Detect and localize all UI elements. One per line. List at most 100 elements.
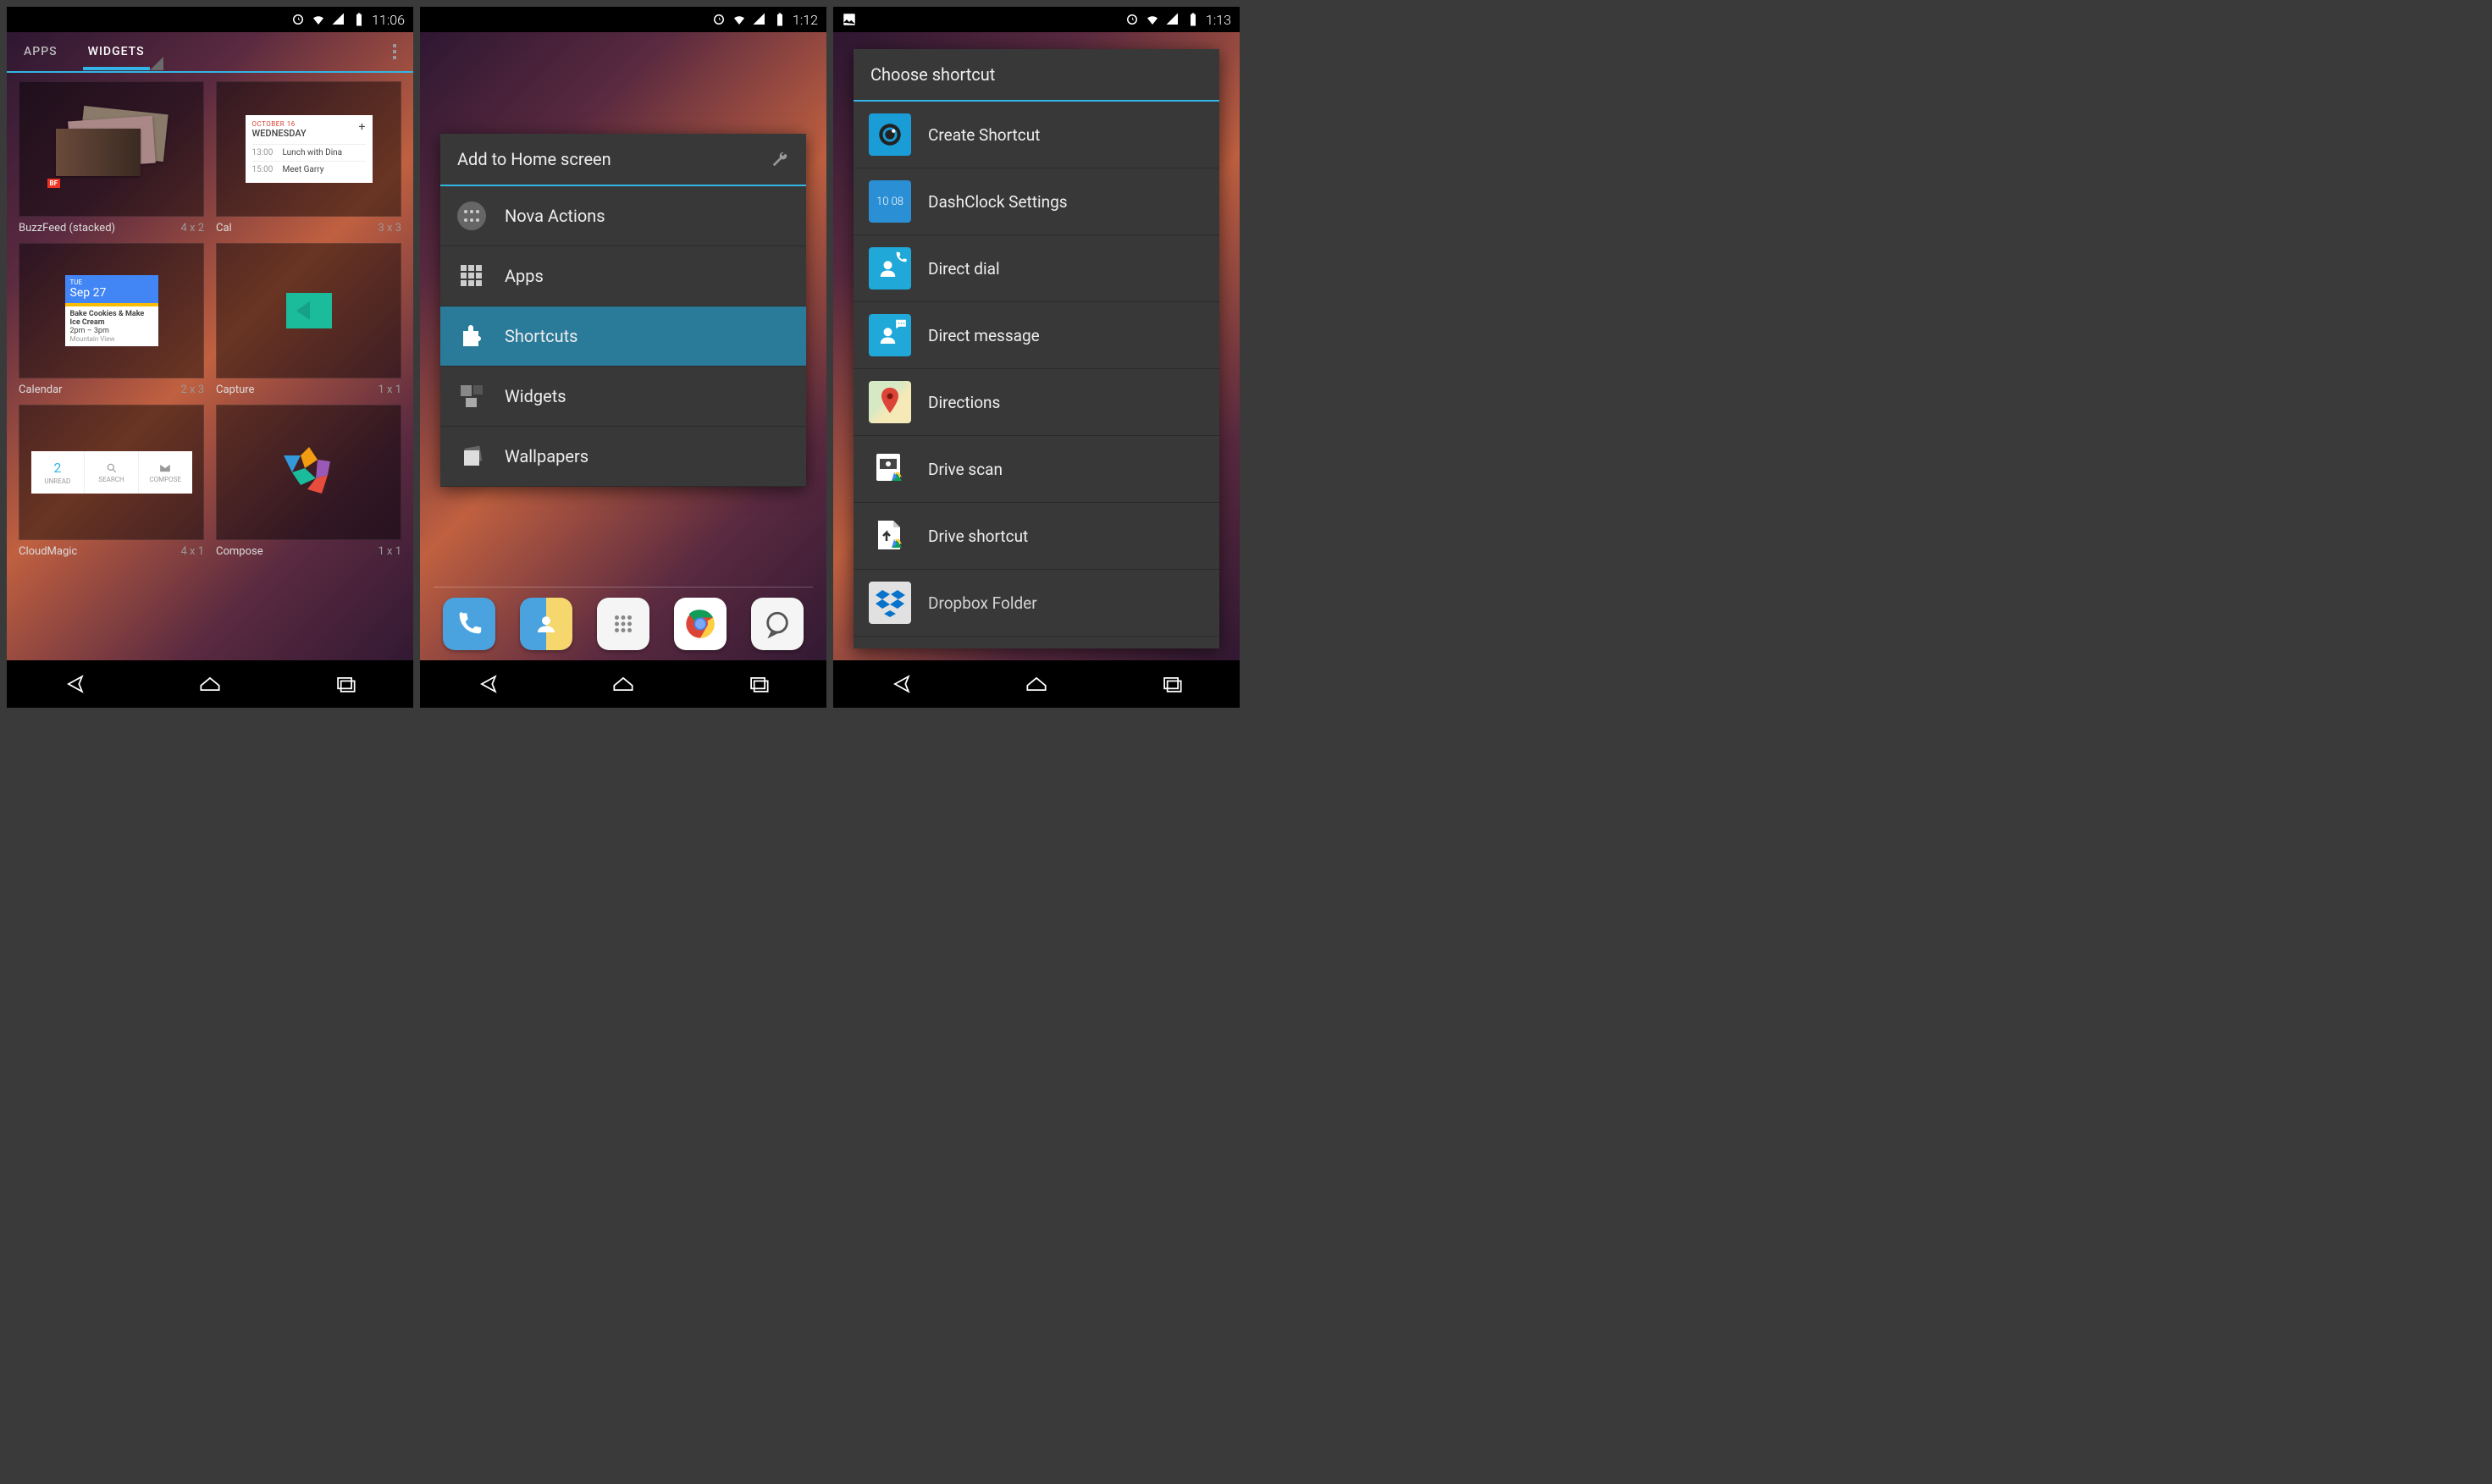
wrench-icon[interactable] [771, 150, 789, 168]
stack-icon [459, 444, 484, 469]
tab-underline [7, 71, 413, 73]
row-wallpapers[interactable]: Wallpapers [440, 427, 806, 487]
back-button[interactable] [887, 670, 914, 698]
tab-bar: APPS WIDGETS [7, 32, 413, 71]
dock [420, 588, 826, 660]
maps-icon [869, 381, 911, 423]
recents-button[interactable] [1158, 670, 1185, 698]
nav-bar [833, 660, 1240, 708]
row-shortcuts[interactable]: Shortcuts [440, 306, 806, 367]
battery-icon [351, 12, 367, 27]
widget-buzzfeed[interactable]: BF BuzzFeed (stacked)4 x 2 [19, 81, 204, 234]
grid-icon [459, 263, 484, 289]
tab-indicator-corner [150, 57, 163, 70]
phone-screen-2: 1:12 Add to Home screen Nova Actions App… [420, 7, 826, 708]
row-label: Direct dial [928, 259, 1000, 279]
widget-compose[interactable]: Compose1 x 1 [216, 405, 401, 558]
row-label: Nova Actions [505, 206, 605, 226]
direct-message-icon [869, 314, 911, 356]
clock-widget-icon: 10 08 [869, 180, 911, 223]
camera-lens-icon [869, 113, 911, 156]
dropbox-icon [869, 582, 911, 624]
nav-bar [7, 660, 413, 708]
tab-apps[interactable]: APPS [24, 45, 58, 70]
dialog-header: Choose shortcut [854, 49, 1219, 102]
signal-icon [1165, 12, 1180, 27]
compose-icon [275, 443, 343, 502]
row-label: Dropbox Folder [928, 593, 1037, 613]
add-to-home-dialog: Add to Home screen Nova Actions Apps Sho… [440, 134, 806, 487]
home-screen[interactable]: Add to Home screen Nova Actions Apps Sho… [420, 32, 826, 660]
drive-shortcut-icon [869, 515, 911, 557]
gcal-preview: TUESep 27 Bake Cookies & Make Ice Cream2… [65, 275, 158, 346]
dots-icon [457, 201, 486, 230]
widget-capture[interactable]: Capture1 x 1 [216, 243, 401, 396]
row-label: Directions [928, 393, 1000, 412]
row-nova-actions[interactable]: Nova Actions [440, 186, 806, 246]
status-time: 1:12 [793, 12, 818, 28]
dock-drawer[interactable] [597, 598, 649, 650]
capture-icon [286, 293, 332, 328]
shortcut-create[interactable]: Create Shortcut [854, 102, 1219, 168]
home-button[interactable] [1023, 670, 1050, 698]
dock-messages[interactable] [751, 598, 804, 650]
row-apps[interactable]: Apps [440, 246, 806, 306]
squares-icon [459, 383, 484, 409]
recents-button[interactable] [745, 670, 772, 698]
phone-screen-1: 11:06 APPS WIDGETS BF [7, 7, 413, 708]
dialog-title: Choose shortcut [870, 64, 995, 85]
battery-icon [1185, 12, 1201, 27]
widget-cloudmagic[interactable]: 2UNREAD SEARCH COMPOSE CloudMagic4 x 1 [19, 405, 204, 558]
row-label: Apps [505, 266, 544, 286]
dock-contacts[interactable] [520, 598, 572, 650]
home-button[interactable] [196, 670, 224, 698]
widget-cal[interactable]: + OCTOBER 16 WEDNESDAY 13:00Lunch with D… [216, 81, 401, 234]
dock-chrome[interactable] [674, 598, 727, 650]
row-label: Shortcuts [505, 326, 577, 346]
shortcut-directions[interactable]: Directions [854, 369, 1219, 436]
status-bar: 1:12 [420, 7, 826, 32]
shortcut-dropbox-folder[interactable]: Dropbox Folder [854, 570, 1219, 637]
puzzle-icon [458, 323, 485, 350]
shortcut-drive-scan[interactable]: Drive scan [854, 436, 1219, 503]
row-label: Widgets [505, 386, 566, 406]
overflow-menu-button[interactable] [393, 44, 396, 71]
wifi-icon [732, 12, 747, 27]
shortcut-dashclock[interactable]: 10 08 DashClock Settings [854, 168, 1219, 235]
status-bar: 1:13 [833, 7, 1240, 32]
dialog-header: Add to Home screen [440, 134, 806, 186]
buzzfeed-preview: BF [44, 107, 180, 191]
row-label: DashClock Settings [928, 192, 1068, 212]
signal-icon [752, 12, 767, 27]
cal-preview: + OCTOBER 16 WEDNESDAY 13:00Lunch with D… [246, 115, 373, 183]
back-button[interactable] [474, 670, 501, 698]
shortcut-drive-shortcut[interactable]: Drive shortcut [854, 503, 1219, 570]
row-label: Wallpapers [505, 446, 588, 466]
phone-screen-3: 1:13 Choose shortcut Create Shortcut 10 … [833, 7, 1240, 708]
direct-dial-icon [869, 247, 911, 290]
cloudmagic-preview: 2UNREAD SEARCH COMPOSE [31, 451, 192, 494]
back-button[interactable] [61, 670, 88, 698]
row-widgets[interactable]: Widgets [440, 367, 806, 427]
drive-scan-icon [869, 448, 911, 490]
alarm-icon [1124, 12, 1140, 27]
alarm-icon [290, 12, 306, 27]
row-label: Create Shortcut [928, 125, 1040, 145]
shortcut-direct-message[interactable]: Direct message [854, 302, 1219, 369]
shortcut-list[interactable]: Create Shortcut 10 08 DashClock Settings… [854, 102, 1219, 648]
tab-widgets[interactable]: WIDGETS [88, 45, 145, 70]
choose-shortcut-dialog: Choose shortcut Create Shortcut 10 08 Da… [854, 49, 1219, 648]
widget-grid: BF BuzzFeed (stacked)4 x 2 + OCTOBER 16 … [7, 81, 413, 558]
status-time: 1:13 [1206, 12, 1231, 28]
wifi-icon [311, 12, 326, 27]
image-icon [842, 12, 857, 27]
home-screen[interactable]: Choose shortcut Create Shortcut 10 08 Da… [833, 32, 1240, 660]
home-button[interactable] [610, 670, 637, 698]
row-label: Drive scan [928, 460, 1003, 479]
widgets-drawer: APPS WIDGETS BF Buz [7, 32, 413, 660]
dock-phone[interactable] [443, 598, 495, 650]
shortcut-direct-dial[interactable]: Direct dial [854, 235, 1219, 302]
widget-calendar[interactable]: TUESep 27 Bake Cookies & Make Ice Cream2… [19, 243, 204, 396]
wifi-icon [1145, 12, 1160, 27]
recents-button[interactable] [332, 670, 359, 698]
